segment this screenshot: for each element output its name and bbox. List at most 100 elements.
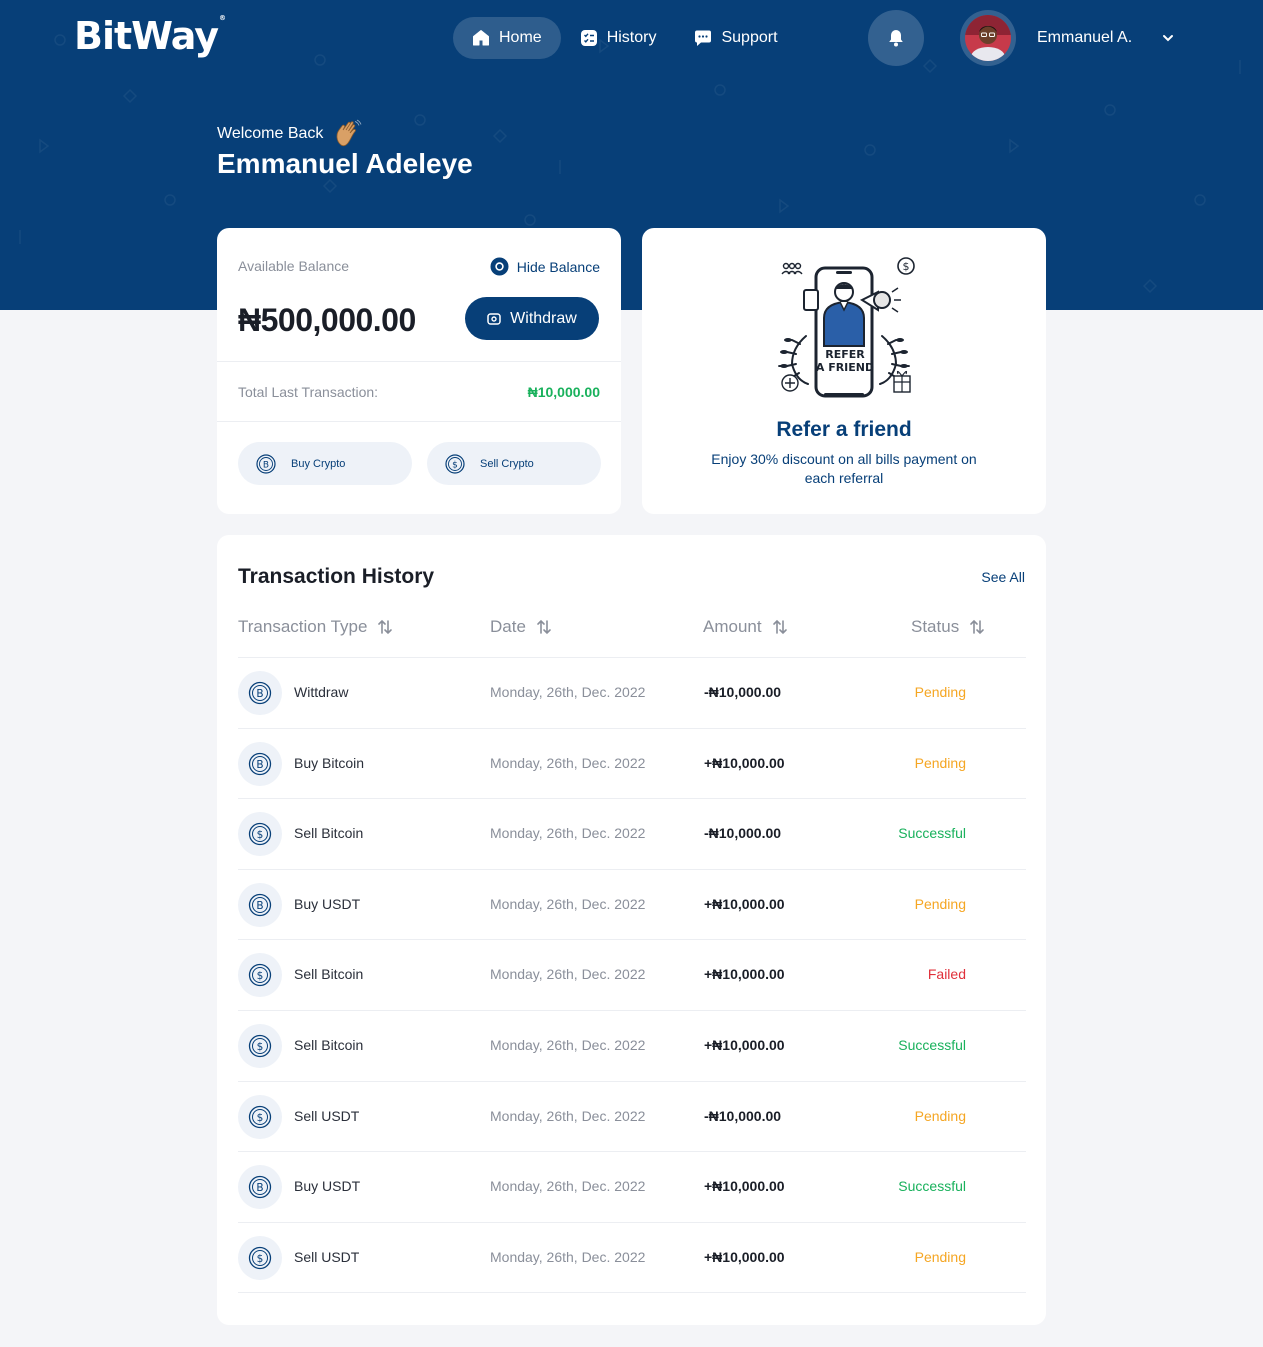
- table-row[interactable]: B Buy USDT Monday, 26th, Dec. 2022 +₦10,000…: [238, 868, 1026, 940]
- transaction-icon: $: [238, 953, 282, 998]
- illustration-text-refer: REFER: [825, 348, 865, 361]
- table-row[interactable]: $ Sell Bitcoin Monday, 26th, Dec. 2022 +₦10…: [238, 939, 1026, 1010]
- last-transaction-label: Total Last Transaction:: [238, 384, 379, 400]
- column-header-amount[interactable]: Amount: [703, 617, 788, 637]
- svg-text:$: $: [257, 1253, 264, 1265]
- nav-home-label: Home: [499, 29, 542, 46]
- status-badge: Pending: [914, 754, 966, 771]
- table-row[interactable]: $ Sell USDT Monday, 26th, Dec. 2022 -₦10,00…: [238, 1080, 1026, 1152]
- transaction-type: Buy USDT: [294, 895, 361, 912]
- nav-history[interactable]: History: [561, 17, 676, 59]
- table-row[interactable]: B Buy USDT Monday, 26th, Dec. 2022 +₦10,000…: [238, 1151, 1026, 1222]
- status-badge: Pending: [914, 895, 966, 912]
- balance-card: Available Balance Hide Balance ₦500,000.…: [217, 228, 621, 514]
- transaction-amount: +₦10,000.00: [704, 1248, 785, 1265]
- transaction-type: Sell Bitcoin: [294, 825, 364, 842]
- transaction-date: Monday, 26th, Dec. 2022: [490, 754, 646, 771]
- transaction-icon: $: [238, 1235, 282, 1280]
- transaction-date: Monday, 26th, Dec. 2022: [490, 684, 646, 700]
- welcome-label: Welcome Back: [217, 125, 324, 142]
- bitcoin-icon: B: [248, 893, 272, 916]
- bitcoin-icon: B: [248, 752, 272, 775]
- column-header-date[interactable]: Date: [490, 617, 552, 637]
- svg-text:$: $: [257, 1041, 264, 1053]
- chat-icon: [695, 30, 712, 46]
- user-name[interactable]: Emmanuel A.: [1037, 29, 1132, 47]
- column-header-status[interactable]: Status: [911, 617, 985, 637]
- welcome-text: Welcome Back: [217, 119, 363, 149]
- status-badge: Pending: [914, 1248, 966, 1265]
- transaction-icon: $: [238, 1094, 282, 1139]
- sell-crypto-button[interactable]: $ Sell Crypto: [427, 442, 601, 485]
- bitway-logo[interactable]: BitWay®: [74, 14, 226, 58]
- refer-card[interactable]: $ REFER A FRIEND Refer a friend Enjoy 30…: [642, 228, 1046, 514]
- withdraw-label: Withdraw: [510, 309, 577, 327]
- waving-hand-icon: [337, 119, 362, 147]
- transaction-date: Monday, 26th, Dec. 2022: [490, 1178, 646, 1195]
- hide-balance-toggle[interactable]: Hide Balance: [490, 257, 600, 276]
- refer-description: Enjoy 30% discount on all bills payment …: [711, 451, 977, 486]
- eye-icon: [490, 257, 509, 276]
- sort-icon: [537, 619, 551, 635]
- transaction-date: Monday, 26th, Dec. 2022: [490, 895, 646, 912]
- transaction-icon: B: [238, 671, 282, 715]
- withdraw-button[interactable]: Withdraw: [465, 297, 599, 340]
- transaction-history-title: Transaction History: [238, 565, 435, 588]
- table-row[interactable]: $ Sell Bitcoin Monday, 26th, Dec. 2022 -₦10…: [238, 798, 1026, 869]
- home-icon: [473, 30, 489, 46]
- transaction-icon: B: [238, 882, 282, 927]
- dollar-icon: $: [248, 1034, 272, 1058]
- buy-crypto-button[interactable]: B Buy Crypto: [238, 442, 412, 485]
- notifications-button[interactable]: [868, 10, 924, 66]
- table-row[interactable]: B Wittdraw Monday, 26th, Dec. 2022 -₦10,000…: [238, 657, 1026, 728]
- hide-balance-label: Hide Balance: [516, 258, 600, 275]
- status-badge: Successful: [898, 825, 966, 842]
- user-avatar[interactable]: [960, 10, 1016, 66]
- status-badge: Successful: [898, 1037, 966, 1053]
- table-row[interactable]: $ Sell Bitcoin Monday, 26th, Dec. 2022 +₦10…: [238, 1010, 1026, 1081]
- divider: [217, 361, 621, 362]
- transaction-type: Buy USDT: [294, 1178, 361, 1195]
- nav-home[interactable]: Home: [453, 17, 561, 59]
- table-bottom-divider: [238, 1292, 1026, 1294]
- column-label-status: Status: [911, 617, 960, 636]
- transaction-type: Buy Bitcoin: [294, 754, 365, 771]
- sort-icon: [772, 619, 787, 635]
- column-label-date: Date: [490, 617, 526, 636]
- transaction-amount: +₦10,000.00: [704, 754, 785, 771]
- top-nav: Home History Support: [453, 17, 797, 59]
- dollar-icon: $: [248, 1246, 272, 1269]
- table-row[interactable]: $ Sell USDT Monday, 26th, Dec. 2022 +₦10,00…: [238, 1221, 1026, 1293]
- chevron-down-icon[interactable]: [1161, 31, 1175, 45]
- status-badge: Failed: [927, 966, 966, 983]
- table-row[interactable]: B Buy Bitcoin Monday, 26th, Dec. 2022 +₦10,…: [238, 727, 1026, 799]
- column-label-type: Transaction Type: [238, 617, 368, 636]
- sort-icon: [378, 619, 393, 635]
- see-all-link[interactable]: See All: [981, 569, 1025, 585]
- svg-text:B: B: [256, 759, 263, 771]
- transaction-icon: $: [238, 812, 282, 857]
- transaction-amount: -₦10,000.00: [704, 684, 782, 700]
- dollar-icon: $: [445, 453, 465, 474]
- status-badge: Pending: [914, 1107, 966, 1124]
- transaction-icon: B: [238, 741, 282, 786]
- history-icon: [580, 30, 597, 46]
- transaction-type: Sell Bitcoin: [294, 966, 364, 983]
- nav-support[interactable]: Support: [675, 17, 796, 59]
- column-label-amount: Amount: [703, 617, 762, 636]
- bitcoin-icon: B: [248, 681, 272, 705]
- transaction-type: Wittdraw: [294, 684, 349, 700]
- transaction-amount: +₦10,000.00: [704, 895, 785, 912]
- dollar-icon: $: [248, 964, 272, 987]
- column-header-type[interactable]: Transaction Type: [238, 617, 393, 637]
- transaction-type: Sell USDT: [294, 1248, 360, 1265]
- last-transaction-value: ₦10,000.00: [527, 384, 600, 400]
- svg-text:B: B: [263, 460, 269, 470]
- svg-text:B: B: [256, 1182, 263, 1194]
- transaction-amount: +₦10,000.00: [704, 1178, 785, 1195]
- dollar-icon: $: [248, 823, 272, 846]
- illustration-text-friend: A FRIEND: [816, 361, 874, 374]
- status-badge: Successful: [898, 1178, 966, 1195]
- sell-crypto-label: Sell Crypto: [480, 457, 534, 470]
- transaction-amount: +₦10,000.00: [704, 1037, 785, 1053]
